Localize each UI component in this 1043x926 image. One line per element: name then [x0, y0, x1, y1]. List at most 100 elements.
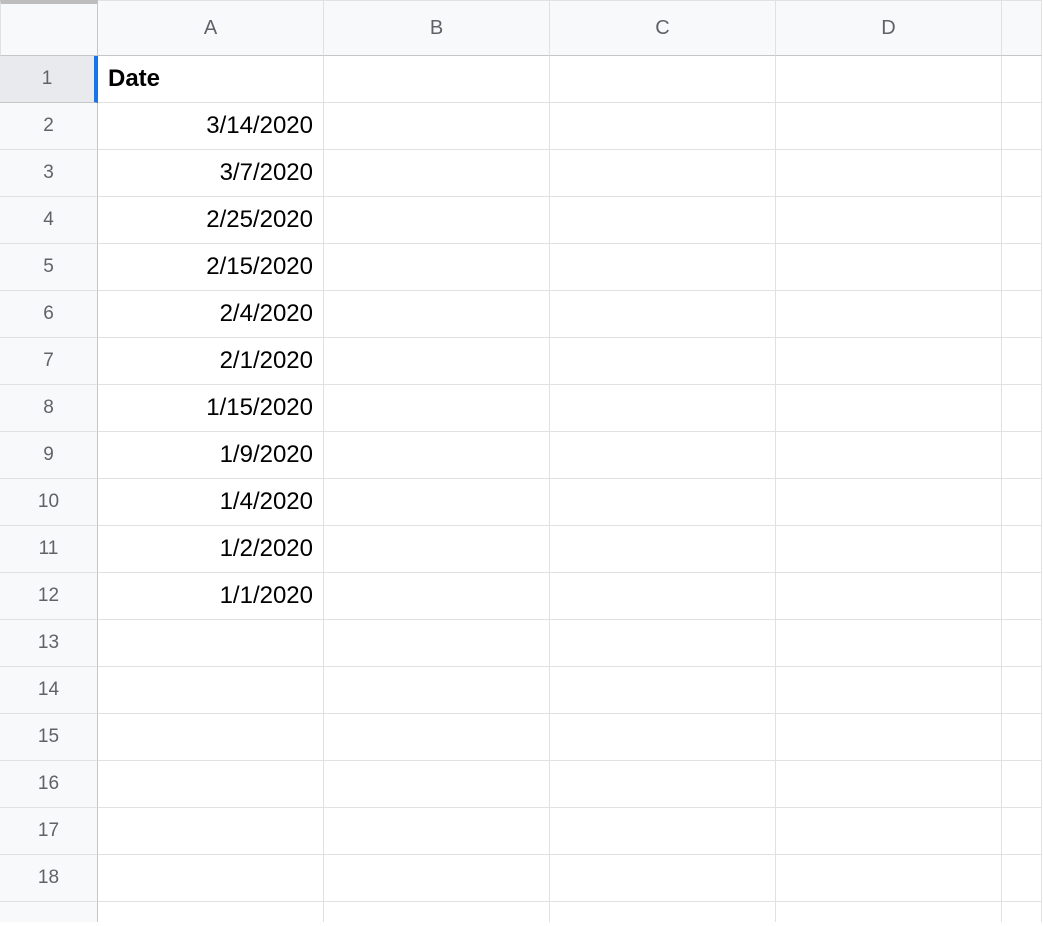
row-header-6[interactable]: 6	[0, 291, 98, 338]
row-header-9[interactable]: 9	[0, 432, 98, 479]
row-header-11[interactable]: 11	[0, 526, 98, 573]
row-header-16[interactable]: 16	[0, 761, 98, 808]
row-header-18[interactable]: 18	[0, 855, 98, 902]
select-all-corner[interactable]	[0, 0, 98, 56]
cell-a2[interactable]: 3/14/2020	[98, 103, 324, 150]
cell-b18[interactable]	[324, 855, 550, 902]
cell-d16[interactable]	[776, 761, 1002, 808]
cell-partial6[interactable]	[1002, 291, 1042, 338]
cell-d1[interactable]	[776, 56, 1002, 103]
cell-partial3[interactable]	[1002, 150, 1042, 197]
row-header-8[interactable]: 8	[0, 385, 98, 432]
cell-a3[interactable]: 3/7/2020	[98, 150, 324, 197]
cell-partial7[interactable]	[1002, 338, 1042, 385]
cell-a8[interactable]: 1/15/2020	[98, 385, 324, 432]
row-header-7[interactable]: 7	[0, 338, 98, 385]
cell-c1[interactable]	[550, 56, 776, 103]
cell-a1[interactable]: Date	[98, 56, 324, 103]
cell-b13[interactable]	[324, 620, 550, 667]
cell-a11[interactable]: 1/2/2020	[98, 526, 324, 573]
cell-partial4[interactable]	[1002, 197, 1042, 244]
cell-b8[interactable]	[324, 385, 550, 432]
cell-a6[interactable]: 2/4/2020	[98, 291, 324, 338]
row-header-1[interactable]: 1	[0, 56, 98, 103]
cell-partial1[interactable]	[1002, 56, 1042, 103]
cell-d3[interactable]	[776, 150, 1002, 197]
cell-d2[interactable]	[776, 103, 1002, 150]
cell-partial2[interactable]	[1002, 103, 1042, 150]
cell-b3[interactable]	[324, 150, 550, 197]
cell-b11[interactable]	[324, 526, 550, 573]
cell-c15[interactable]	[550, 714, 776, 761]
cell-a7[interactable]: 2/1/2020	[98, 338, 324, 385]
cell-d17[interactable]	[776, 808, 1002, 855]
row-header-14[interactable]: 14	[0, 667, 98, 714]
cell-b7[interactable]	[324, 338, 550, 385]
cell-b4[interactable]	[324, 197, 550, 244]
row-header-5[interactable]: 5	[0, 244, 98, 291]
cell-partial5[interactable]	[1002, 244, 1042, 291]
cell-d10[interactable]	[776, 479, 1002, 526]
cell-c2[interactable]	[550, 103, 776, 150]
cell-a16[interactable]	[98, 761, 324, 808]
cell-d11[interactable]	[776, 526, 1002, 573]
cell-partial[interactable]	[550, 902, 776, 922]
row-header-3[interactable]: 3	[0, 150, 98, 197]
cell-d5[interactable]	[776, 244, 1002, 291]
row-header-13[interactable]: 13	[0, 620, 98, 667]
cell-b2[interactable]	[324, 103, 550, 150]
cell-a5[interactable]: 2/15/2020	[98, 244, 324, 291]
cell-partial12[interactable]	[1002, 573, 1042, 620]
cell-a17[interactable]	[98, 808, 324, 855]
cell-d13[interactable]	[776, 620, 1002, 667]
cell-d9[interactable]	[776, 432, 1002, 479]
cell-b6[interactable]	[324, 291, 550, 338]
cell-b15[interactable]	[324, 714, 550, 761]
row-header-10[interactable]: 10	[0, 479, 98, 526]
row-header-12[interactable]: 12	[0, 573, 98, 620]
column-header-a[interactable]: A	[98, 0, 324, 56]
cell-c9[interactable]	[550, 432, 776, 479]
cell-d12[interactable]	[776, 573, 1002, 620]
cell-d7[interactable]	[776, 338, 1002, 385]
cell-partial9[interactable]	[1002, 432, 1042, 479]
cell-c12[interactable]	[550, 573, 776, 620]
cell-b5[interactable]	[324, 244, 550, 291]
cell-b17[interactable]	[324, 808, 550, 855]
cell-a18[interactable]	[98, 855, 324, 902]
cell-partial17[interactable]	[1002, 808, 1042, 855]
column-header-partial[interactable]	[1002, 0, 1042, 56]
cell-partial[interactable]	[324, 902, 550, 922]
cell-partial10[interactable]	[1002, 479, 1042, 526]
cell-a13[interactable]	[98, 620, 324, 667]
row-header-2[interactable]: 2	[0, 103, 98, 150]
cell-c5[interactable]	[550, 244, 776, 291]
cell-c7[interactable]	[550, 338, 776, 385]
cell-d4[interactable]	[776, 197, 1002, 244]
cell-c4[interactable]	[550, 197, 776, 244]
row-header-15[interactable]: 15	[0, 714, 98, 761]
column-header-c[interactable]: C	[550, 0, 776, 56]
cell-c3[interactable]	[550, 150, 776, 197]
cell-d6[interactable]	[776, 291, 1002, 338]
cell-d8[interactable]	[776, 385, 1002, 432]
cell-partial8[interactable]	[1002, 385, 1042, 432]
cell-b12[interactable]	[324, 573, 550, 620]
cell-a4[interactable]: 2/25/2020	[98, 197, 324, 244]
cell-c6[interactable]	[550, 291, 776, 338]
cell-c8[interactable]	[550, 385, 776, 432]
cell-b1[interactable]	[324, 56, 550, 103]
column-header-b[interactable]: B	[324, 0, 550, 56]
cell-partial14[interactable]	[1002, 667, 1042, 714]
cell-b16[interactable]	[324, 761, 550, 808]
cell-a14[interactable]	[98, 667, 324, 714]
cell-a12[interactable]: 1/1/2020	[98, 573, 324, 620]
cell-c14[interactable]	[550, 667, 776, 714]
cell-c16[interactable]	[550, 761, 776, 808]
cell-b10[interactable]	[324, 479, 550, 526]
cell-a10[interactable]: 1/4/2020	[98, 479, 324, 526]
cell-c13[interactable]	[550, 620, 776, 667]
cell-d18[interactable]	[776, 855, 1002, 902]
cell-b9[interactable]	[324, 432, 550, 479]
cell-partial[interactable]	[98, 902, 324, 922]
